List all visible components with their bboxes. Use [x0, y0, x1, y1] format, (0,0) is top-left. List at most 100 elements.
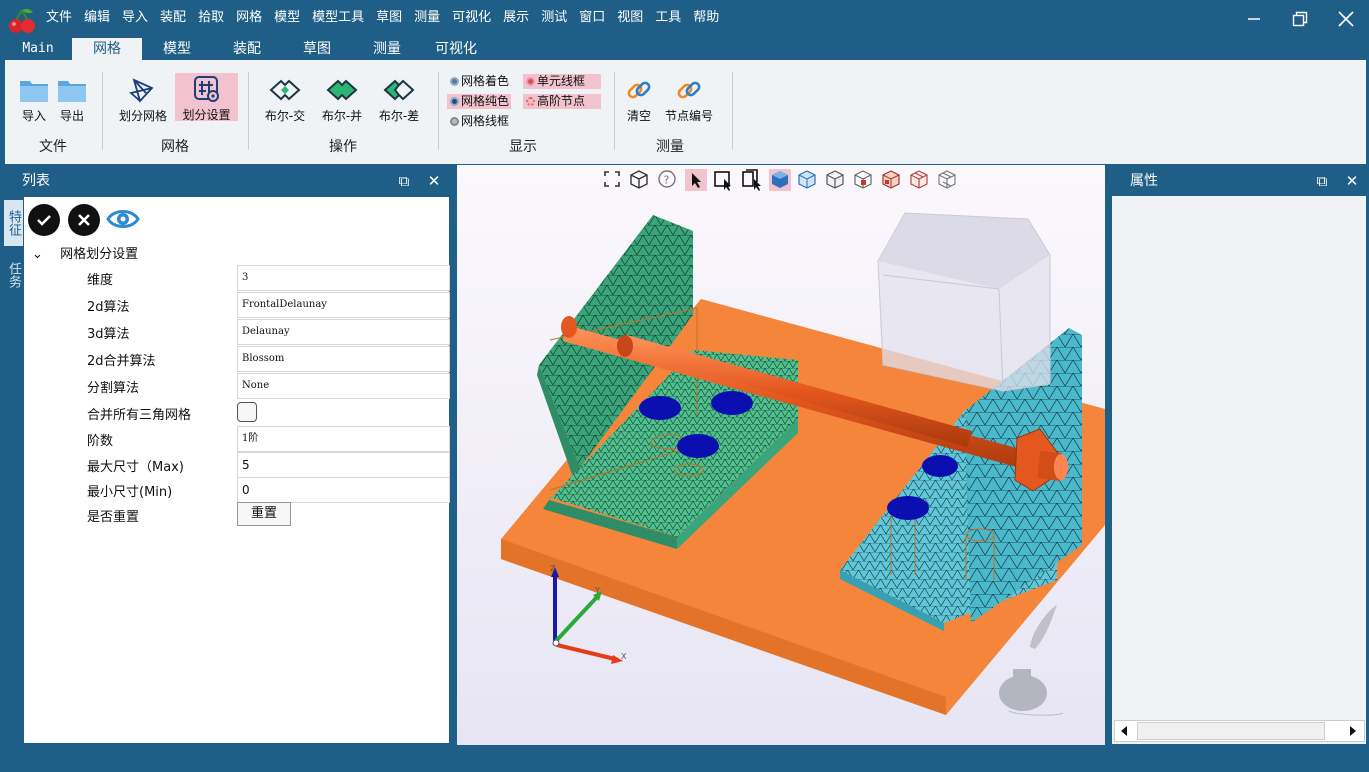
- scroll-thumb[interactable]: [1137, 722, 1325, 740]
- menu-edit[interactable]: 编辑: [78, 0, 116, 36]
- menu-model[interactable]: 模型: [268, 0, 306, 36]
- menu-view[interactable]: 视图: [611, 0, 649, 36]
- close-button[interactable]: [1323, 0, 1369, 38]
- preview-button[interactable]: [106, 206, 140, 236]
- export-button[interactable]: 导出: [55, 74, 89, 124]
- model-view: [501, 212, 1105, 716]
- boolean-diff-icon: [383, 79, 415, 101]
- close-icon: [78, 214, 90, 226]
- merge-triangles-checkbox[interactable]: [237, 402, 257, 422]
- boolean-diff-label: 布尔-差: [378, 109, 420, 123]
- boolean-union-label: 布尔-并: [321, 109, 363, 123]
- scroll-left-icon[interactable]: [1117, 724, 1131, 738]
- boolean-diff-button[interactable]: 布尔-差: [373, 74, 425, 124]
- high-nodes-toggle[interactable]: 高阶节点: [523, 94, 601, 109]
- boolean-union-icon: [326, 79, 358, 101]
- group-separator: [102, 72, 103, 150]
- tab-tasks[interactable]: 任务: [4, 252, 23, 298]
- menu-tools[interactable]: 工具: [649, 0, 687, 36]
- close-panel-icon[interactable]: ✕: [1344, 173, 1360, 189]
- import-button[interactable]: 导入: [17, 74, 51, 124]
- menu-mesh[interactable]: 网格: [230, 0, 268, 36]
- close-panel-icon[interactable]: ✕: [426, 173, 442, 189]
- order-field[interactable]: 1阶: [237, 426, 450, 452]
- tab-model[interactable]: 模型: [146, 38, 208, 60]
- 3d-viewport[interactable]: ? Z Y X: [457, 165, 1105, 745]
- group-separator: [732, 72, 733, 150]
- high-nodes-icon: [526, 97, 535, 106]
- menu-window[interactable]: 窗口: [573, 0, 611, 36]
- unit-wire-label: 单元线框: [537, 74, 586, 88]
- tab-main[interactable]: Main: [10, 38, 66, 60]
- menu-test[interactable]: 测试: [535, 0, 573, 36]
- divide-mesh-button[interactable]: 划分网格: [115, 74, 171, 124]
- tab-measure[interactable]: 测量: [356, 38, 418, 60]
- mesh-solid-toggle[interactable]: 网格纯色: [447, 94, 511, 109]
- cherry-logo-icon: [9, 8, 35, 33]
- export-label: 导出: [59, 109, 84, 123]
- restore-button[interactable]: [1277, 0, 1323, 38]
- divide-mesh-label: 划分网格: [118, 109, 167, 123]
- scroll-right-icon[interactable]: [1346, 724, 1360, 738]
- mesh-wire-label: 网格线框: [461, 114, 510, 128]
- menu-model-tools[interactable]: 模型工具: [306, 0, 370, 36]
- tab-sketch[interactable]: 草图: [286, 38, 348, 60]
- z-axis-label: Z: [550, 564, 556, 573]
- min-size-field[interactable]: 0: [237, 477, 450, 503]
- status-bar: [0, 745, 1369, 772]
- clear-button[interactable]: 清空: [621, 74, 657, 124]
- tab-features[interactable]: 特征: [4, 200, 23, 246]
- menu-assembly[interactable]: 装配: [154, 0, 192, 36]
- pin: [922, 455, 958, 477]
- confirm-button[interactable]: [28, 204, 60, 236]
- 2d-merge-algorithm-field[interactable]: Blossom: [237, 346, 450, 372]
- reset-button[interactable]: 重置: [237, 502, 291, 526]
- window-controls: [1231, 0, 1369, 38]
- mesh-wire-icon: [450, 117, 459, 126]
- float-panel-icon[interactable]: ⧉: [396, 173, 412, 189]
- group-separator: [248, 72, 249, 150]
- tab-assembly[interactable]: 装配: [216, 38, 278, 60]
- list-panel: ⌄ 网格划分设置 维度 3 2d算法 FrontalDelaunay 3d算法 …: [23, 196, 450, 744]
- prop-row-2d-algo: 2d算法 FrontalDelaunay: [24, 292, 451, 318]
- cancel-button[interactable]: [68, 204, 100, 236]
- node-number-label: 节点编号: [664, 109, 713, 123]
- mesh-wire-toggle[interactable]: 网格线框: [447, 114, 512, 129]
- mesh-settings-button[interactable]: 划分设置: [175, 73, 238, 122]
- boolean-intersect-button[interactable]: 布尔-交: [259, 74, 311, 124]
- menu-sketch[interactable]: 草图: [370, 0, 408, 36]
- prop-label: 2d合并算法: [87, 354, 156, 369]
- prop-label: 最大尺寸（Max): [87, 460, 184, 475]
- prop-label: 3d算法: [87, 327, 130, 342]
- horizontal-scrollbar[interactable]: [1114, 720, 1365, 742]
- max-size-field[interactable]: 5: [237, 452, 450, 478]
- prop-row-order: 阶数 1阶: [24, 426, 451, 452]
- tab-mesh[interactable]: 网格: [72, 38, 142, 60]
- y-axis-label: Y: [595, 586, 600, 595]
- menu-help[interactable]: 帮助: [687, 0, 725, 36]
- menu-measure[interactable]: 测量: [408, 0, 446, 36]
- menu-show[interactable]: 展示: [497, 0, 535, 36]
- properties-panel-title: 属性: [1130, 173, 1158, 189]
- unit-wire-icon: [526, 77, 535, 86]
- menu-file[interactable]: 文件: [40, 0, 78, 36]
- mesh-color-toggle[interactable]: 网格着色: [447, 74, 512, 89]
- tab-visualize[interactable]: 可视化: [424, 38, 488, 60]
- prop-label: 合并所有三角网格: [87, 408, 192, 423]
- minimize-button[interactable]: [1231, 0, 1277, 38]
- 2d-algorithm-field[interactable]: FrontalDelaunay: [237, 292, 450, 318]
- dimension-field[interactable]: 3: [237, 265, 450, 291]
- unit-wire-toggle[interactable]: 单元线框: [523, 74, 601, 89]
- mesh-color-icon: [450, 77, 459, 86]
- node-number-button[interactable]: 节点编号: [661, 74, 717, 124]
- 3d-algorithm-field[interactable]: Delaunay: [237, 319, 450, 345]
- menu-pick[interactable]: 拾取: [192, 0, 230, 36]
- prop-row-dimension: 维度 3: [24, 265, 451, 291]
- menu-visualize[interactable]: 可视化: [446, 0, 497, 36]
- menu-import[interactable]: 导入: [116, 0, 154, 36]
- boolean-union-button[interactable]: 布尔-并: [316, 74, 368, 124]
- float-panel-icon[interactable]: ⧉: [1314, 173, 1330, 189]
- restore-icon: [1292, 11, 1308, 27]
- tree-node[interactable]: ⌄ 网格划分设置: [32, 243, 138, 262]
- split-algorithm-field[interactable]: None: [237, 373, 450, 399]
